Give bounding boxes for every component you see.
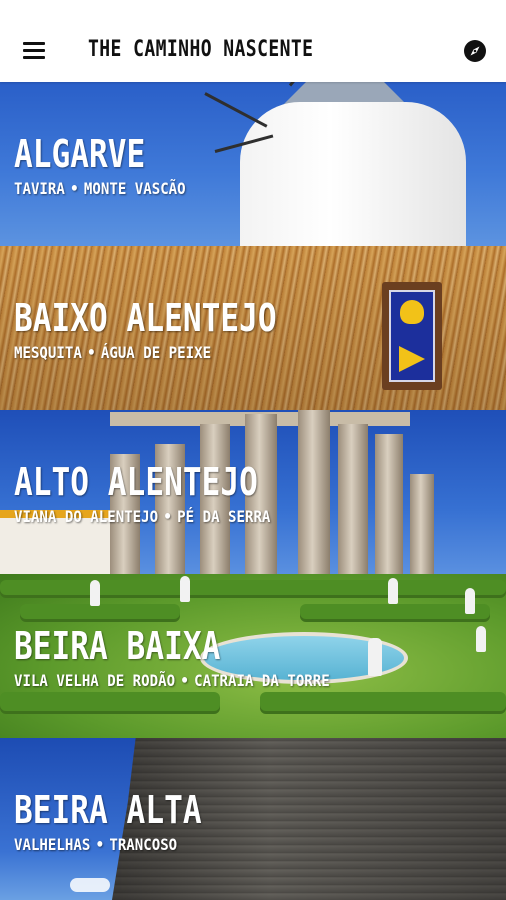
hedge (260, 692, 506, 714)
hamburger-menu-icon[interactable] (22, 40, 48, 62)
app-screen: THE CAMINHO NASCENTE ALGARVE TAVIRA • MONT… (0, 0, 506, 900)
region-card-beira-alta[interactable]: BEIRA ALTA VALHELHAS • TRANCOSO (0, 738, 506, 900)
region-name: BEIRA BAIXA (14, 624, 221, 668)
garden-statue (180, 576, 190, 602)
route-end: CATRAIA DA TORRE (194, 671, 330, 690)
region-card-baixo-alentejo[interactable]: BAIXO ALENTEJO MESQUITA • ÁGUA DE PEIXE (0, 246, 506, 410)
temple-column (410, 474, 434, 574)
route-start: VIANA DO ALENTEJO (14, 507, 159, 526)
route-start: VILA VELHA DE RODÃO (14, 671, 176, 690)
garden-statue (465, 588, 475, 614)
region-text: BEIRA ALTA VALHELHAS • TRANCOSO (14, 790, 243, 854)
route-separator: • (95, 835, 105, 854)
region-text: BAIXO ALENTEJO MESQUITA • ÁGUA DE PEIXE (14, 298, 334, 362)
hedge (0, 580, 506, 598)
app-header: THE CAMINHO NASCENTE (0, 0, 506, 82)
cloud (70, 878, 110, 892)
region-route: MESQUITA • ÁGUA DE PEIXE (14, 344, 296, 362)
hedge (20, 604, 180, 622)
garden-statue (90, 580, 100, 606)
region-name: BAIXO ALENTEJO (14, 296, 277, 340)
region-text: ALTO ALENTEJO VIANA DO ALENTEJO • PÉ DA SE… (14, 462, 311, 526)
route-start: TAVIRA (14, 179, 65, 198)
hedge (300, 604, 490, 622)
hedge (0, 692, 220, 714)
route-start: VALHELHAS (14, 835, 91, 854)
windmill-blade (204, 92, 268, 128)
route-separator: • (163, 507, 172, 526)
windmill-image (240, 102, 466, 246)
garden-statue (476, 626, 486, 652)
temple-column (338, 424, 368, 574)
arrow-icon (399, 346, 425, 372)
route-start: MESQUITA (14, 343, 82, 362)
garden-statue (388, 578, 398, 604)
route-end: ÁGUA DE PEIXE (100, 343, 212, 362)
route-separator: • (180, 671, 189, 690)
region-route: TAVIRA • MONTE VASCÃO (14, 180, 186, 198)
region-route: VALHELHAS • TRANCOSO (14, 836, 215, 854)
region-text: ALGARVE TAVIRA • MONTE VASCÃO (14, 134, 209, 198)
route-end: TRANCOSO (109, 835, 178, 854)
region-name: ALGARVE (14, 132, 146, 176)
page-title: THE CAMINHO NASCENTE (88, 37, 314, 62)
temple-column (375, 434, 403, 574)
camino-sign-image (382, 282, 442, 390)
region-card-beira-baixa[interactable]: BEIRA BAIXA VILA VELHA DE RODÃO • CATRAIA … (0, 574, 506, 738)
route-end: PÉ DA SERRA (177, 507, 271, 526)
region-card-algarve[interactable]: ALGARVE TAVIRA • MONTE VASCÃO (0, 82, 506, 246)
scallop-shell-icon (400, 300, 424, 324)
route-separator: • (87, 343, 96, 362)
route-separator: • (70, 179, 79, 198)
region-route: VIANA DO ALENTEJO • PÉ DA SERRA (14, 508, 276, 526)
region-name: BEIRA ALTA (14, 788, 202, 832)
region-text: BEIRA BAIXA VILA VELHA DE RODÃO • CATRAIA … (14, 626, 373, 690)
region-card-alto-alentejo[interactable]: ALTO ALENTEJO VIANA DO ALENTEJO • PÉ DA SE… (0, 410, 506, 574)
region-name: ALTO ALENTEJO (14, 460, 258, 504)
route-end: MONTE VASCÃO (83, 179, 186, 198)
compass-icon[interactable] (463, 39, 487, 63)
region-route: VILA VELHA DE RODÃO • CATRAIA DA TORRE (14, 672, 330, 690)
